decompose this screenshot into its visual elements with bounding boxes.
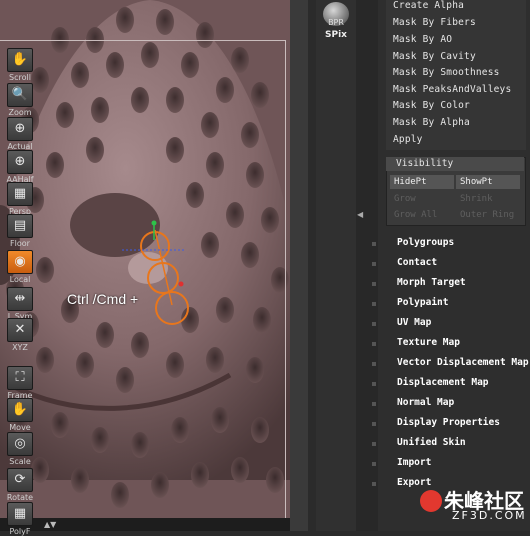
mask-item-mask-by-fibers[interactable]: Mask By Fibers [393,17,476,28]
subpalette-marker [372,482,376,486]
collapse-handle-icon[interactable]: ◀ [357,210,363,219]
subpalette-unified-skin[interactable]: Unified Skin [397,437,466,448]
subpalette-marker [372,462,376,466]
tool-zoom[interactable]: 🔍 Zoom [0,83,40,117]
actual-size-icon: ⊕ [7,117,33,141]
mask-item-mask-by-cavity[interactable]: Mask By Cavity [393,51,476,62]
subpalette-marker [372,362,376,366]
tool-label: Local [9,275,31,284]
tool-move[interactable]: ✋ Move [0,398,40,432]
subpalette-uv-map[interactable]: UV Map [397,317,431,328]
tool-label: Rotate [6,493,34,502]
tool-scroll[interactable]: ✋ Scroll [0,48,40,82]
mask-item-apply[interactable]: Apply [393,134,423,145]
local-symmetry-icon: ⇹ [7,287,33,311]
mask-item-mask-by-alpha[interactable]: Mask By Alpha [393,117,470,128]
aahalf-icon: ⊕ [7,150,33,174]
subpalette-marker [372,342,376,346]
subpalette-marker [372,442,376,446]
tool-label: Zoom [8,108,32,117]
tool-floor[interactable]: ▤ Floor [0,214,40,248]
mask-item-mask-peaksandvalleys[interactable]: Mask PeaksAndValleys [393,84,511,95]
scale-icon: ◎ [7,432,33,456]
subpalette-marker [372,282,376,286]
tool-persp[interactable]: ▦ Persp [0,182,40,216]
tool-xyz[interactable]: ✕ XYZ [0,318,40,352]
tool-l-sym[interactable]: ⇹ L.Sym [0,287,40,321]
local-icon: ◉ [7,250,33,274]
mask-item-create-alpha[interactable]: Create Alpha [393,0,464,11]
move-icon: ✋ [7,398,33,422]
subpalette-polypaint[interactable]: Polypaint [397,297,448,308]
tool-local[interactable]: ◉ Local [0,250,40,284]
hand-scroll-icon: ✋ [7,48,33,72]
subpalette-polygroups[interactable]: Polygroups [397,237,454,248]
visibility-showpt-button[interactable]: ShowPt [456,175,520,189]
rotate-icon: ⟳ [7,468,33,492]
tool-label: Move [9,423,31,432]
shortcut-hint-text: Ctrl /Cmd + [67,291,139,307]
viewport-canvas[interactable]: Ctrl /Cmd + ▲▼ [0,0,308,531]
mask-item-mask-by-color[interactable]: Mask By Color [393,100,470,111]
tool-scale[interactable]: ◎ Scale [0,432,40,466]
subpalette-morph-target[interactable]: Morph Target [397,277,466,288]
bpr-label: BPR [328,18,344,27]
visibility-title: Visibility [396,158,454,169]
visibility-hidept-button[interactable]: HidePt [390,175,454,189]
subpalette-marker [372,402,376,406]
tool-rotate[interactable]: ⟳ Rotate [0,468,40,502]
surface-pore [156,9,174,35]
tool-actual[interactable]: ⊕ Actual [0,117,40,151]
subpalette-marker [372,382,376,386]
tool-label: Scale [9,457,31,466]
subpalette-normal-map[interactable]: Normal Map [397,397,454,408]
subpalette-vector-displacement-map[interactable]: Vector Displacement Map [397,357,529,368]
subpalette-marker [372,262,376,266]
canvas-frame [0,40,286,520]
subpalette-marker [372,322,376,326]
tool-frame[interactable]: ⛶ Frame [0,366,40,400]
subpalette-marker [372,302,376,306]
polyframe-icon: ▦ [7,502,33,526]
subpalette-marker [372,422,376,426]
floor-icon: ▤ [7,214,33,238]
watermark-url: ZF3D.COM [452,509,527,522]
mask-item-mask-by-ao[interactable]: Mask By AO [393,34,452,45]
expand-arrow-icon[interactable]: ▲▼ [44,520,56,529]
visibility-shrink-button[interactable]: Shrink [456,192,520,206]
xyz-icon: ✕ [7,318,33,342]
visibility-grow-button[interactable]: Grow [390,192,454,206]
subpalette-contact[interactable]: Contact [397,257,437,268]
perspective-icon: ▦ [7,182,33,206]
zoom-icon: 🔍 [7,83,33,107]
tool-label: Scroll [9,73,31,82]
subpalette-import[interactable]: Import [397,457,431,468]
surface-pore [116,7,134,33]
tool-label: XYZ [12,343,28,352]
visibility-outer-ring-button[interactable]: Outer Ring [456,208,520,222]
tool-label: Floor [10,239,30,248]
right-tool-shelf [316,0,356,531]
tool-aahalf[interactable]: ⊕ AAHalf [0,150,40,184]
tool-label: PolyF [9,527,31,536]
visibility-grow-all-button[interactable]: Grow All [390,208,454,222]
viewport-scrollbar[interactable] [290,0,308,531]
subpalette-texture-map[interactable]: Texture Map [397,337,460,348]
mask-item-mask-by-smoothness[interactable]: Mask By Smoothness [393,67,500,78]
subpalette-display-properties[interactable]: Display Properties [397,417,500,428]
subpalette-marker [372,242,376,246]
subpalette-displacement-map[interactable]: Displacement Map [397,377,489,388]
zf3d-logo-icon [420,490,442,512]
subpalette-export[interactable]: Export [397,477,431,488]
spix-slider[interactable]: SPix [316,30,356,40]
visibility-title-bar[interactable]: Visibility [386,157,524,171]
frame-icon: ⛶ [7,366,33,390]
